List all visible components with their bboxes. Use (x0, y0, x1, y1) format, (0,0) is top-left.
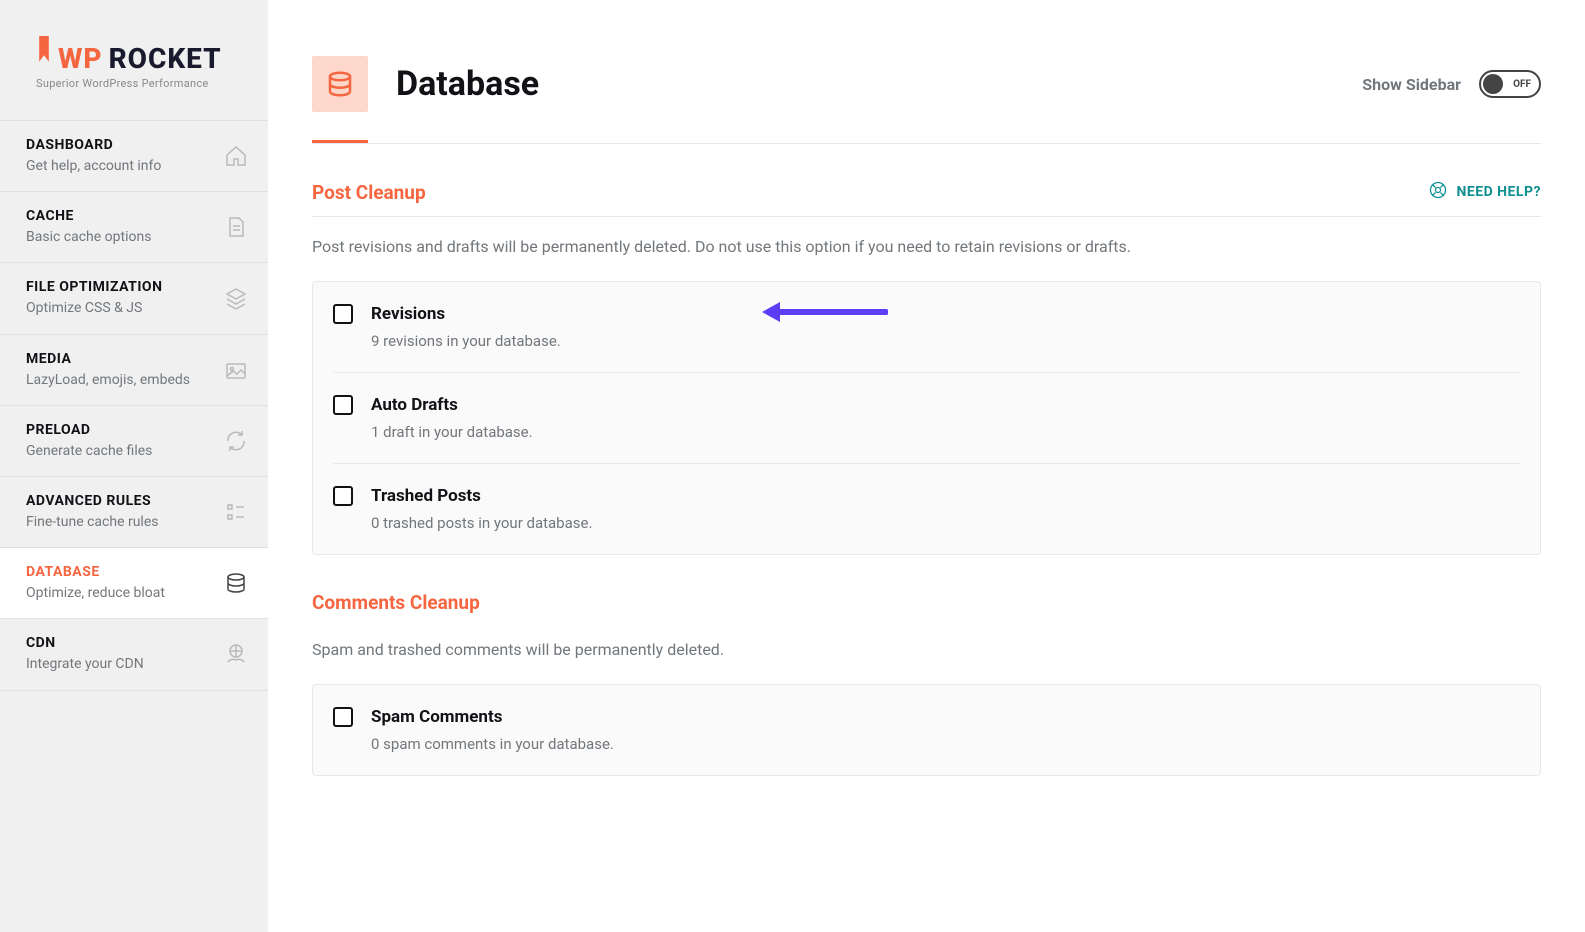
option-sub: 9 revisions in your database. (371, 332, 561, 350)
globe-hand-icon (224, 642, 248, 666)
page-title: Database (396, 64, 539, 104)
layers-icon (224, 286, 248, 310)
options-box: Revisions 9 revisions in your database. … (312, 281, 1541, 555)
nav-title: DASHBOARD (26, 137, 214, 153)
toggle-knob (1483, 74, 1503, 94)
show-sidebar-toggle[interactable]: OFF (1479, 70, 1541, 98)
sidebar-item-cache[interactable]: CACHE Basic cache options (0, 191, 268, 262)
section-desc: Spam and trashed comments will be perman… (312, 620, 1541, 684)
page-database-icon (312, 56, 368, 112)
checkbox-trashed-posts[interactable] (333, 486, 353, 506)
sidebar-item-cdn[interactable]: CDN Integrate your CDN (0, 618, 268, 690)
logo-rocket: ROCKET (109, 42, 222, 75)
option-spam-comments: Spam Comments 0 spam comments in your da… (313, 685, 1540, 775)
section-post-cleanup: Post Cleanup NEED HELP? Post revisions a… (268, 144, 1585, 555)
nav-sub: LazyLoad, emojis, embeds (26, 371, 214, 389)
show-sidebar-label: Show Sidebar (1362, 75, 1461, 94)
nav-title: CDN (26, 635, 214, 651)
sidebar-item-advanced-rules[interactable]: ADVANCED RULES Fine-tune cache rules (0, 476, 268, 547)
need-help-link[interactable]: NEED HELP? (1428, 180, 1541, 204)
options-box: Spam Comments 0 spam comments in your da… (312, 684, 1541, 776)
nav-title: CACHE (26, 208, 214, 224)
arrow-annotation-icon (758, 300, 888, 328)
sidebar-item-database[interactable]: DATABASE Optimize, reduce bloat (0, 547, 268, 618)
option-title: Spam Comments (371, 707, 614, 727)
image-icon (224, 358, 248, 382)
sidebar-item-file-optimization[interactable]: FILE OPTIMIZATION Optimize CSS & JS (0, 262, 268, 333)
sidebar: WP ROCKET Superior WordPress Performance… (0, 0, 268, 932)
sidebar-item-media[interactable]: MEDIA LazyLoad, emojis, embeds (0, 334, 268, 405)
option-sub: 0 spam comments in your database. (371, 735, 614, 753)
nav-sub: Basic cache options (26, 228, 214, 246)
document-icon (224, 215, 248, 239)
option-trashed-posts: Trashed Posts 0 trashed posts in your da… (333, 463, 1520, 554)
section-title: Post Cleanup (312, 181, 426, 204)
section-title: Comments Cleanup (312, 591, 480, 614)
nav-sub: Integrate your CDN (26, 655, 214, 673)
option-title: Revisions (371, 304, 561, 324)
logo: WP ROCKET Superior WordPress Performance (0, 0, 268, 120)
sidebar-item-preload[interactable]: PRELOAD Generate cache files (0, 405, 268, 476)
nav-sub: Get help, account info (26, 157, 214, 175)
section-comments-cleanup: Comments Cleanup Spam and trashed commen… (268, 555, 1585, 776)
sidebar-item-dashboard[interactable]: DASHBOARD Get help, account info (0, 120, 268, 191)
checkbox-auto-drafts[interactable] (333, 395, 353, 415)
nav-title: DATABASE (26, 564, 214, 580)
logo-wp: WP (58, 42, 103, 75)
nav-sub: Generate cache files (26, 442, 214, 460)
logo-tagline: Superior WordPress Performance (36, 77, 244, 90)
checkbox-spam-comments[interactable] (333, 707, 353, 727)
section-desc: Post revisions and drafts will be perman… (312, 217, 1541, 281)
page-header: Database Show Sidebar OFF (268, 0, 1585, 140)
option-auto-drafts: Auto Drafts 1 draft in your database. (333, 372, 1520, 463)
home-icon (224, 144, 248, 168)
refresh-icon (224, 429, 248, 453)
nav-sub: Optimize CSS & JS (26, 299, 214, 317)
option-title: Trashed Posts (371, 486, 592, 506)
sidebar-nav: DASHBOARD Get help, account info CACHE B… (0, 120, 268, 691)
list-icon (224, 500, 248, 524)
nav-sub: Optimize, reduce bloat (26, 584, 214, 602)
option-title: Auto Drafts (371, 395, 533, 415)
logo-ribbon-icon (36, 36, 52, 72)
nav-sub: Fine-tune cache rules (26, 513, 214, 531)
help-label: NEED HELP? (1456, 184, 1541, 200)
nav-title: ADVANCED RULES (26, 493, 214, 509)
option-revisions: Revisions 9 revisions in your database. (313, 282, 1540, 372)
main-content: Database Show Sidebar OFF Post Cleanup N… (268, 0, 1585, 932)
database-icon (224, 571, 248, 595)
nav-title: PRELOAD (26, 422, 214, 438)
toggle-state-label: OFF (1513, 79, 1531, 90)
nav-title: FILE OPTIMIZATION (26, 279, 214, 295)
option-sub: 0 trashed posts in your database. (371, 514, 592, 532)
help-icon (1428, 180, 1448, 204)
option-sub: 1 draft in your database. (371, 423, 533, 441)
checkbox-revisions[interactable] (333, 304, 353, 324)
nav-title: MEDIA (26, 351, 214, 367)
